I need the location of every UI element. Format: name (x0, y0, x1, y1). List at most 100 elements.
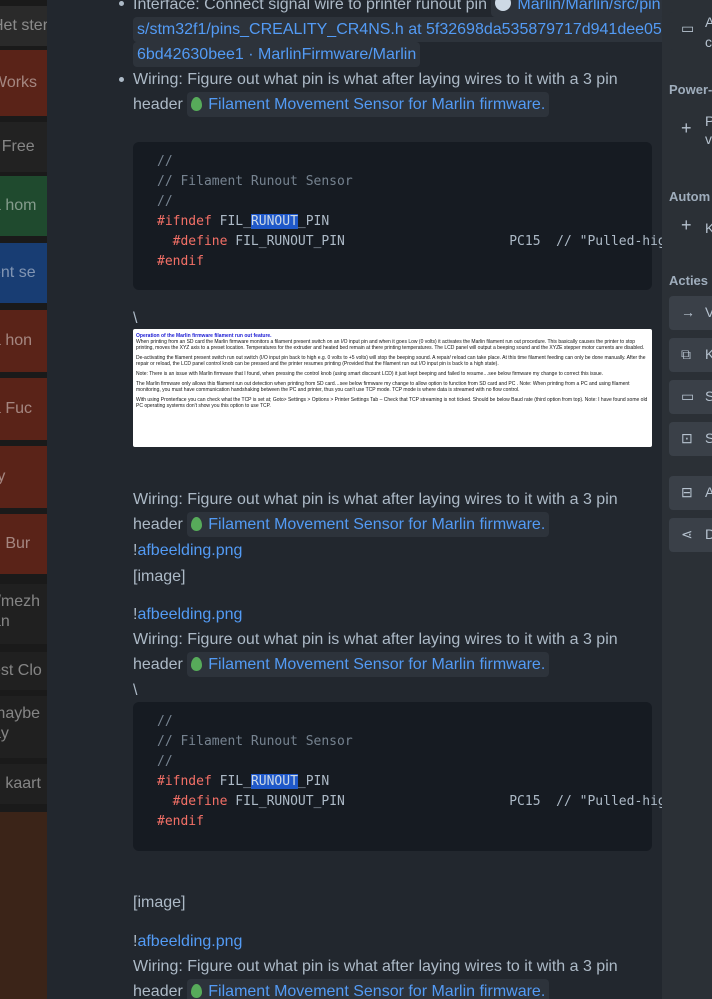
action-template-button[interactable]: ▭ S (669, 380, 712, 414)
github-link-line-3: 6bd42630bee1 · MarlinFirmware/Marlin (133, 42, 421, 67)
code-keyword: #endif (157, 814, 204, 829)
power-up-item[interactable]: + P v (669, 112, 712, 147)
code-keyword: #endif (157, 254, 204, 269)
code-block: // // Filament Runout Sensor // #ifndef … (133, 702, 662, 851)
github-link-chip-3[interactable]: 6bd42630bee1 · MarlinFirmware/Marlin (133, 42, 421, 67)
wiring-text: Wiring: Figure out what pin is what afte… (133, 71, 618, 88)
background-card-text: n kaart (0, 775, 41, 792)
sensor-link-chip[interactable]: Filament Movement Sensor for Marlin firm… (187, 652, 550, 677)
wiring-text: Wiring: Figure out what pin is what afte… (133, 958, 618, 975)
background-card: n Bur (0, 514, 47, 574)
background-card: ry (0, 446, 47, 508)
action-mirror-button[interactable]: ⊡ S (669, 422, 712, 456)
sensor-link-chip[interactable]: Filament Movement Sensor for Marlin firm… (187, 512, 550, 537)
background-card (0, 812, 47, 999)
power-up-label: P v (705, 113, 712, 147)
code-define-line: #define FIL_RUNOUT_PIN PC15 // "Pulled-h… (157, 232, 662, 252)
background-card-text: - Free (1, 138, 35, 155)
arrow-right-icon: → (681, 304, 695, 320)
github-link-line-2: s/stm32f1/pins_CREALITY_CR4NS.h at 5f326… (133, 17, 662, 42)
code-text: _PIN (297, 214, 330, 229)
image-link[interactable]: afbeelding.png (137, 606, 242, 623)
image-placeholder: [image] (133, 894, 186, 911)
sensor-link-chip[interactable]: Filament Movement Sensor for Marlin firm… (187, 92, 550, 117)
background-card-text: a hon (0, 332, 33, 349)
action-archive-button[interactable]: ⊟ A (669, 476, 712, 510)
background-card-text: Works (0, 74, 38, 91)
interface-text: Interface: Connect signal wire to printe… (133, 0, 487, 13)
action-copy-button[interactable]: ⧉ K (669, 338, 712, 372)
code-text: FIL_ (219, 214, 251, 229)
code-comment: // Filament Runout Sensor (157, 734, 353, 749)
image-paragraph: De-activating the filament present switc… (136, 355, 646, 367)
wiring-text: Wiring: Figure out what pin is what afte… (133, 631, 618, 648)
leaf-icon (191, 984, 203, 998)
share-icon: ⋖ (681, 526, 693, 542)
sensor-link-text: Filament Movement Sensor for Marlin firm… (208, 983, 546, 999)
background-card: est Clo (0, 652, 47, 690)
automation-item[interactable]: + K (669, 213, 712, 247)
image-paragraph: With using Pronterface you can check wha… (136, 397, 648, 409)
code-text: FIL_ (219, 774, 251, 789)
card-sidebar: ▭ A c Power- + P v Autom + K Acties → V … (662, 0, 712, 999)
header-word: header (133, 656, 183, 673)
action-label: V (705, 304, 712, 320)
sidebar-button-top[interactable]: ▭ A c (669, 12, 712, 50)
background-card-text: n Bur (0, 535, 31, 552)
action-share-button[interactable]: ⋖ D (669, 518, 712, 552)
wiring-text: Wiring: Figure out what pin is what afte… (133, 491, 618, 508)
leaf-icon (191, 657, 203, 671)
sensor-link-chip[interactable]: Filament Movement Sensor for Marlin firm… (187, 979, 550, 999)
header-line: header Filament Movement Sensor for Marl… (133, 512, 550, 537)
image-link[interactable]: afbeelding.png (137, 542, 242, 559)
image-placeholder: [image] (133, 568, 186, 585)
image-link[interactable]: afbeelding.png (137, 933, 242, 950)
background-card-text: est Clo (0, 662, 42, 679)
image-paragraph: The Marlin firmware only allows this fil… (136, 381, 630, 393)
mirror-icon: ⊡ (681, 430, 693, 446)
background-card: n kaart (0, 764, 47, 804)
plus-icon: + (681, 118, 692, 138)
background-card-text: ry (0, 468, 6, 485)
code-text: FIL_RUNOUT_PIN PC15 // "Pulled-high" (235, 794, 662, 809)
code-ifndef-line: #ifndef FIL_RUNOUT_PIN (157, 772, 628, 792)
background-board-lists: Het ster Works - Free a hom ent se a hon a Fuc… (0, 0, 47, 999)
backslash-text: \ (133, 682, 138, 699)
github-link-chip-2[interactable]: s/stm32f1/pins_CREALITY_CR4NS.h at 5f326… (133, 17, 662, 42)
header-line: header Filament Movement Sensor for Marl… (133, 979, 550, 999)
section-automation: Autom (669, 189, 711, 204)
section-power-ups: Power- (669, 82, 712, 97)
image-link-line: !afbeelding.png (133, 538, 242, 563)
sensor-link-text: Filament Movement Sensor for Marlin firm… (208, 516, 546, 533)
code-selection: RUNOUT (250, 214, 298, 229)
card-description: Interface: Connect signal wire to printe… (47, 0, 662, 999)
background-card: ent se (0, 243, 47, 303)
code-comment: // Filament Runout Sensor (157, 174, 353, 189)
background-card-text: ent se (0, 264, 36, 281)
background-card-text: maybe ay (0, 705, 41, 742)
code-keyword: #ifndef (157, 774, 212, 789)
background-card: Het ster (0, 6, 47, 46)
action-move-button[interactable]: → V (669, 296, 712, 330)
background-card-text: //mezh an (0, 593, 41, 630)
image-link-line: !afbeelding.png (133, 929, 242, 954)
action-label: K (705, 346, 712, 362)
code-define-line: #define FIL_RUNOUT_PIN PC15 // "Pulled-h… (157, 792, 662, 812)
background-card: //mezh an (0, 584, 47, 644)
github-link-chip[interactable]: Marlin/Marlin/src/pin (491, 0, 662, 17)
code-comment: // (157, 194, 173, 209)
embedded-image[interactable]: Operation of the Marlin firmware filamen… (133, 329, 652, 447)
code-ifndef-line: #ifndef FIL_RUNOUT_PIN (157, 212, 628, 232)
leaf-icon (191, 517, 203, 531)
background-card: Works (0, 50, 47, 116)
archive-icon: ⊟ (681, 484, 693, 500)
code-comment: // (157, 714, 173, 729)
background-card-text: a hom (0, 197, 37, 214)
leaf-icon (191, 97, 203, 111)
github-icon (495, 0, 512, 11)
template-icon: ▭ (681, 388, 695, 404)
header-line: header Filament Movement Sensor for Marl… (133, 92, 550, 117)
background-card: a hon (0, 310, 47, 372)
code-text: FIL_RUNOUT_PIN PC15 // "Pulled-high" (235, 234, 662, 249)
header-word: header (133, 983, 183, 999)
